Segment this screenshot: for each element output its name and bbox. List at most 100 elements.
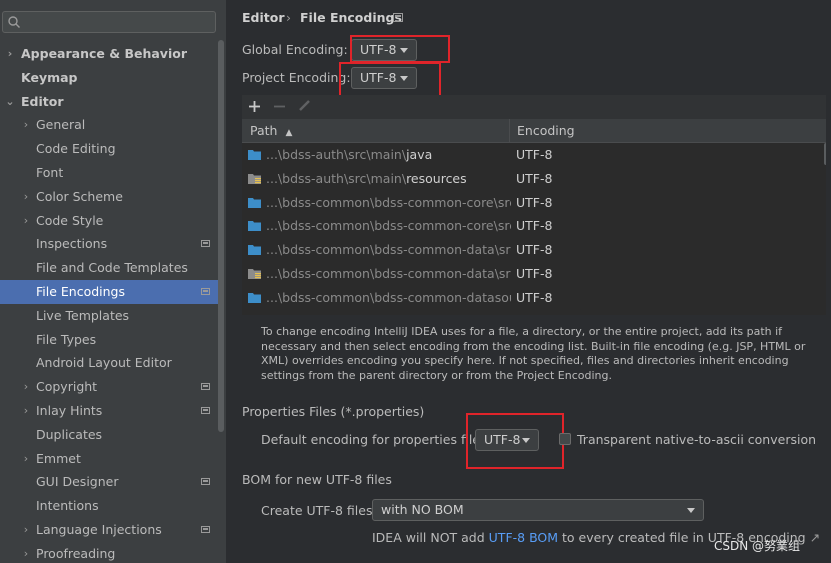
table-scrollbar[interactable]: [824, 143, 826, 165]
sidebar-item-label: Emmet: [36, 450, 81, 466]
sidebar-item-copyright[interactable]: › Copyright: [0, 375, 220, 399]
path-cell: ...\bdss-common\bdss-common-data\src\ma: [266, 262, 511, 286]
transparent-conversion-checkbox[interactable]: [559, 433, 571, 445]
path-column-header[interactable]: Path ▲: [250, 119, 292, 142]
sidebar-item-label: Keymap: [21, 69, 78, 85]
table-row[interactable]: ...\bdss-common\bdss-common-data\src\ma U…: [242, 238, 826, 262]
chevron-right-icon[interactable]: ›: [21, 113, 31, 137]
sidebar-item-label: File Types: [36, 331, 97, 347]
sidebar-item-emmet[interactable]: › Emmet: [0, 447, 220, 471]
sidebar-item-label: Duplicates: [36, 426, 103, 442]
sidebar-item-inlay-hints[interactable]: › Inlay Hints: [0, 399, 220, 423]
sidebar-item-language-injections[interactable]: › Language Injections: [0, 518, 220, 542]
path-leaf: java: [406, 147, 433, 162]
project-scope-icon: [201, 383, 210, 391]
sidebar-item-label: Live Templates: [36, 307, 130, 323]
sidebar-item-live-templates[interactable]: Live Templates: [0, 304, 220, 328]
table-row[interactable]: ...\bdss-common\bdss-common-datasource\ U…: [242, 286, 826, 310]
sidebar-item-label: Android Layout Editor: [36, 355, 172, 371]
sidebar-item-inspections[interactable]: Inspections: [0, 232, 220, 256]
table-row[interactable]: ...\bdss-auth\src\main\java UTF-8: [242, 143, 826, 167]
sidebar-item-code-style[interactable]: › Code Style: [0, 209, 220, 233]
encoding-cell[interactable]: UTF-8: [516, 214, 552, 238]
folder-icon: [248, 150, 261, 160]
sidebar-item-file-and-code-templates[interactable]: File and Code Templates: [0, 256, 220, 280]
sidebar-item-keymap[interactable]: Keymap: [0, 66, 220, 90]
mapping-toolbar: [242, 95, 826, 119]
project-scope-icon: [201, 526, 210, 533]
path-prefix: ...\bdss-common\bdss-common-data\src\ma: [266, 266, 511, 281]
sidebar-item-general[interactable]: › General: [0, 113, 220, 137]
sidebar-item-label: Inspections: [36, 236, 108, 252]
encoding-help-text: To change encoding IntelliJ IDEA uses fo…: [261, 325, 806, 382]
edit-icon[interactable]: [298, 99, 311, 112]
table-row[interactable]: ...\bdss-auth\src\main\resources UTF-8: [242, 167, 826, 191]
sidebar-item-intentions[interactable]: Intentions: [0, 494, 220, 518]
project-scope-icon: [201, 288, 210, 295]
chevron-right-icon[interactable]: ›: [21, 399, 31, 423]
project-encoding-label: Project Encoding:: [242, 70, 351, 85]
chevron-right-icon[interactable]: ›: [21, 209, 31, 233]
transparent-conversion-label[interactable]: Transparent native-to-ascii conversion: [577, 432, 816, 447]
sidebar-item-label: File and Code Templates: [36, 260, 188, 276]
utf8-bom-link[interactable]: UTF-8 BOM: [489, 530, 558, 545]
table-row[interactable]: ...\bdss-common\bdss-common-core\src\ma U…: [242, 191, 826, 215]
chevron-right-icon[interactable]: ›: [21, 185, 31, 209]
chevron-right-icon[interactable]: ›: [21, 447, 31, 471]
search-input[interactable]: [25, 14, 214, 32]
encoding-cell[interactable]: UTF-8: [516, 286, 552, 310]
sidebar-item-appearance-behavior[interactable]: › Appearance & Behavior: [0, 42, 220, 66]
table-row[interactable]: ...\bdss-common\bdss-common-core\src\ma U…: [242, 214, 826, 238]
watermark: CSDN @努業组: [714, 539, 801, 553]
properties-section-title: Properties Files (*.properties): [242, 404, 425, 419]
sidebar-item-gui-designer[interactable]: GUI Designer: [0, 470, 220, 494]
global-encoding-label: Global Encoding:: [242, 42, 348, 57]
project-scope-icon: [201, 407, 210, 414]
encoding-cell[interactable]: UTF-8: [516, 167, 552, 191]
sidebar-item-label: Intentions: [36, 498, 99, 514]
external-link-icon: ↗: [809, 530, 821, 545]
highlight-box: [339, 62, 441, 98]
sidebar-item-color-scheme[interactable]: › Color Scheme: [0, 185, 220, 209]
encoding-column-header[interactable]: Encoding: [517, 119, 575, 142]
chevron-right-icon[interactable]: ›: [5, 42, 15, 66]
sort-ascending-icon: ▲: [285, 128, 293, 138]
table-header: Path ▲ Encoding: [242, 119, 826, 143]
sidebar-item-duplicates[interactable]: Duplicates: [0, 423, 220, 447]
sidebar-item-label: Color Scheme: [36, 188, 123, 204]
path-prefix: ...\bdss-auth\src\main\: [266, 170, 407, 186]
path-prefix: ...\bdss-common\bdss-common-core\src\ma: [266, 194, 511, 210]
encoding-cell[interactable]: UTF-8: [516, 238, 552, 262]
highlight-box: [350, 35, 450, 63]
table-row[interactable]: ...\bdss-common\bdss-common-data\src\ma U…: [242, 262, 826, 286]
bom-dropdown[interactable]: with NO BOM: [372, 499, 704, 521]
encoding-cell[interactable]: UTF-8: [516, 191, 552, 215]
settings-search-box[interactable]: [2, 11, 216, 33]
breadcrumb-editor[interactable]: Editor: [242, 10, 285, 25]
highlight-box: [466, 413, 564, 469]
sidebar-item-font[interactable]: Font: [0, 161, 220, 185]
folder-icon: [248, 245, 261, 256]
sidebar-item-proofreading[interactable]: › Proofreading: [0, 542, 220, 563]
encoding-cell[interactable]: UTF-8: [516, 143, 552, 167]
resources-folder-icon: [248, 269, 261, 279]
create-utf8-label: Create UTF-8 files:: [261, 503, 377, 518]
sidebar-item-editor[interactable]: ⌄ Editor: [0, 90, 220, 114]
chevron-down-icon[interactable]: ⌄: [5, 90, 15, 114]
sidebar-item-label: General: [36, 117, 86, 133]
project-scope-icon: [393, 13, 403, 22]
chevron-right-icon[interactable]: ›: [21, 518, 31, 542]
sidebar-item-file-encodings[interactable]: File Encodings: [0, 280, 220, 304]
sidebar-item-code-editing[interactable]: Code Editing: [0, 137, 220, 161]
path-prefix: ...\bdss-common\bdss-common-core\src\ma: [266, 218, 511, 234]
path-leaf: resources: [406, 170, 467, 186]
encoding-cell[interactable]: UTF-8: [516, 262, 552, 286]
chevron-right-icon[interactable]: ›: [21, 542, 31, 563]
chevron-right-icon[interactable]: ›: [21, 375, 31, 399]
add-icon[interactable]: [249, 101, 260, 112]
sidebar-scrollbar[interactable]: [218, 40, 224, 432]
file-encodings-panel: Editor › File Encodings Global Encoding:…: [226, 0, 831, 563]
remove-icon[interactable]: [274, 101, 285, 112]
sidebar-item-file-types[interactable]: File Types: [0, 328, 220, 352]
sidebar-item-android-layout-editor[interactable]: Android Layout Editor: [0, 351, 220, 375]
